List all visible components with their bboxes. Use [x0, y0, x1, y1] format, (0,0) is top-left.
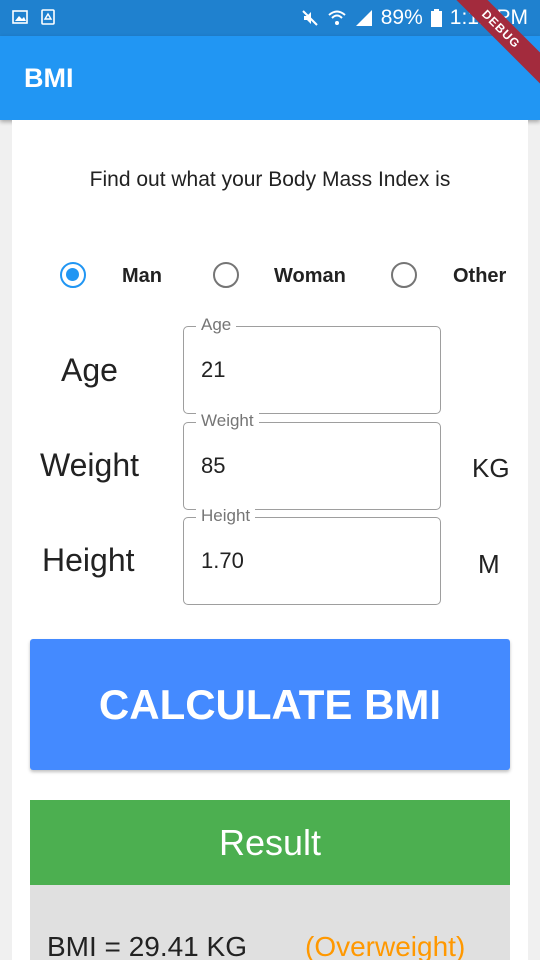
result-body: BMI = 29.41 KG (Overweight) — [30, 885, 510, 960]
weight-row-label: Weight — [40, 447, 140, 483]
status-bar: 89% 1:12 PM — [0, 0, 540, 36]
age-field-value[interactable]: 21 — [201, 357, 225, 383]
height-field-label: Height — [196, 506, 256, 526]
page-subtitle: Find out what your Body Mass Index is — [89, 168, 451, 191]
weight-unit: KG — [472, 453, 510, 483]
height-field-value[interactable]: 1.70 — [201, 548, 244, 574]
height-row-label: Height — [42, 542, 135, 578]
app-title: BMI — [24, 63, 74, 93]
app-bar: BMI — [0, 36, 540, 120]
recycle-icon — [41, 9, 55, 25]
radio-label-woman[interactable]: Woman — [274, 265, 346, 288]
calculate-bmi-button[interactable]: CALCULATE BMI — [30, 639, 510, 770]
radio-woman[interactable] — [213, 262, 239, 288]
battery-icon — [430, 9, 442, 27]
height-field[interactable]: Height 1.70 — [183, 506, 441, 605]
weight-field[interactable]: Weight 85 — [183, 411, 441, 510]
image-icon — [12, 10, 28, 24]
weight-field-value[interactable]: 85 — [201, 453, 225, 479]
bmi-value: BMI = 29.41 KG — [47, 931, 247, 960]
signal-icon — [355, 10, 372, 26]
radio-man[interactable] — [60, 262, 86, 288]
battery-percent: 89% — [380, 6, 423, 29]
age-field[interactable]: Age 21 — [183, 315, 441, 414]
mute-icon — [302, 10, 318, 26]
radio-other[interactable] — [391, 262, 417, 288]
radio-label-other[interactable]: Other — [453, 265, 506, 288]
result-header: Result — [30, 800, 510, 885]
radio-label-man[interactable]: Man — [122, 265, 162, 288]
age-row-label: Age — [61, 352, 118, 388]
weight-field-label: Weight — [196, 411, 259, 431]
age-field-label: Age — [196, 315, 237, 335]
bmi-category: (Overweight) — [305, 931, 466, 960]
height-unit: M — [478, 549, 500, 579]
wifi-icon — [328, 10, 346, 25]
